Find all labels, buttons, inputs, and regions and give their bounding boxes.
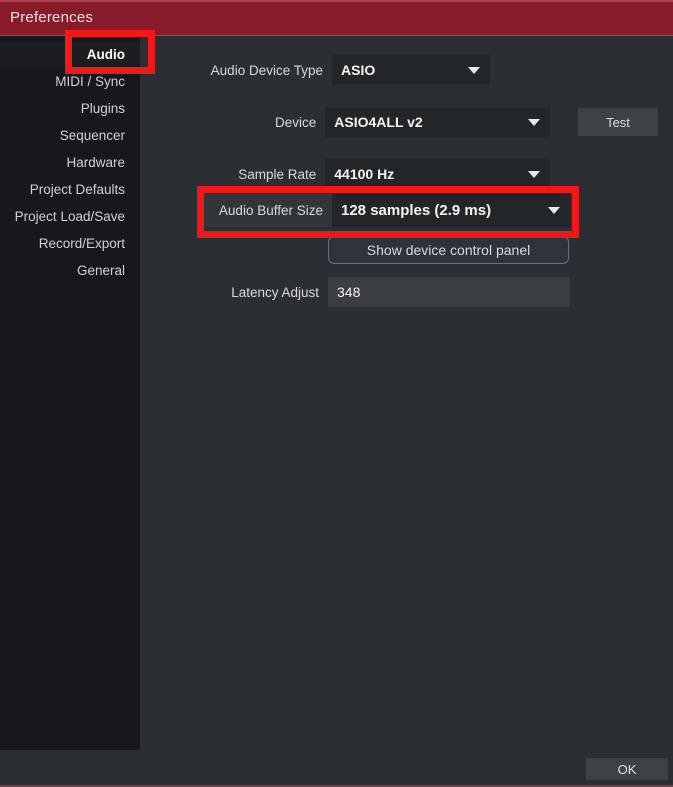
- window-titlebar: Preferences: [0, 0, 673, 36]
- audio-device-type-row: Audio Device Type ASIO: [202, 55, 550, 85]
- show-device-control-panel-button[interactable]: Show device control panel: [328, 236, 569, 264]
- latency-adjust-row: Latency Adjust 348: [202, 277, 570, 307]
- audio-device-type-label: Audio Device Type: [210, 62, 323, 78]
- sample-rate-value: 44100 Hz: [334, 166, 395, 182]
- audio-device-type-select[interactable]: ASIO: [332, 55, 490, 85]
- chevron-down-icon: [468, 67, 480, 74]
- window-title: Preferences: [10, 9, 94, 26]
- device-row: Device ASIO4ALL v2: [202, 107, 550, 137]
- audio-settings-panel: Audio Device Type ASIO Device ASIO4ALL v…: [140, 36, 673, 750]
- chevron-down-icon: [548, 207, 560, 214]
- audio-buffer-size-value: 128 samples (2.9 ms): [341, 201, 492, 219]
- sidebar-item-record-export[interactable]: Record/Export: [0, 230, 140, 257]
- sidebar-item-hardware[interactable]: Hardware: [0, 149, 140, 176]
- sample-rate-select[interactable]: 44100 Hz: [325, 159, 550, 189]
- dialog-footer: OK: [0, 750, 673, 787]
- sidebar-item-sequencer[interactable]: Sequencer: [0, 122, 140, 149]
- audio-buffer-size-row: Audio Buffer Size 128 samples (2.9 ms): [202, 193, 570, 227]
- audio-buffer-size-select[interactable]: 128 samples (2.9 ms): [332, 193, 570, 227]
- sidebar-item-general[interactable]: General: [0, 257, 140, 284]
- sample-rate-row: Sample Rate 44100 Hz: [202, 159, 550, 189]
- preferences-window: Preferences Audio MIDI / Sync Plugins Se…: [0, 0, 673, 787]
- audio-buffer-size-label: Audio Buffer Size: [202, 193, 332, 227]
- sidebar-item-project-load-save[interactable]: Project Load/Save: [0, 203, 140, 230]
- device-value: ASIO4ALL v2: [334, 114, 423, 130]
- chevron-down-icon: [528, 171, 540, 178]
- preferences-sidebar: Audio MIDI / Sync Plugins Sequencer Hard…: [0, 36, 140, 750]
- audio-device-type-value: ASIO: [341, 62, 376, 78]
- device-select[interactable]: ASIO4ALL v2: [325, 107, 550, 137]
- chevron-down-icon: [528, 119, 540, 126]
- latency-adjust-label: Latency Adjust: [231, 284, 319, 300]
- latency-adjust-input[interactable]: 348: [328, 277, 570, 307]
- sidebar-item-plugins[interactable]: Plugins: [0, 95, 140, 122]
- sample-rate-label: Sample Rate: [238, 166, 317, 182]
- sidebar-item-audio[interactable]: Audio: [0, 41, 140, 68]
- sidebar-item-midi-sync[interactable]: MIDI / Sync: [0, 68, 140, 95]
- test-button[interactable]: Test: [578, 108, 658, 136]
- device-label: Device: [275, 114, 317, 130]
- latency-adjust-value: 348: [337, 284, 361, 300]
- sidebar-item-project-defaults[interactable]: Project Defaults: [0, 176, 140, 203]
- ok-button[interactable]: OK: [586, 758, 668, 780]
